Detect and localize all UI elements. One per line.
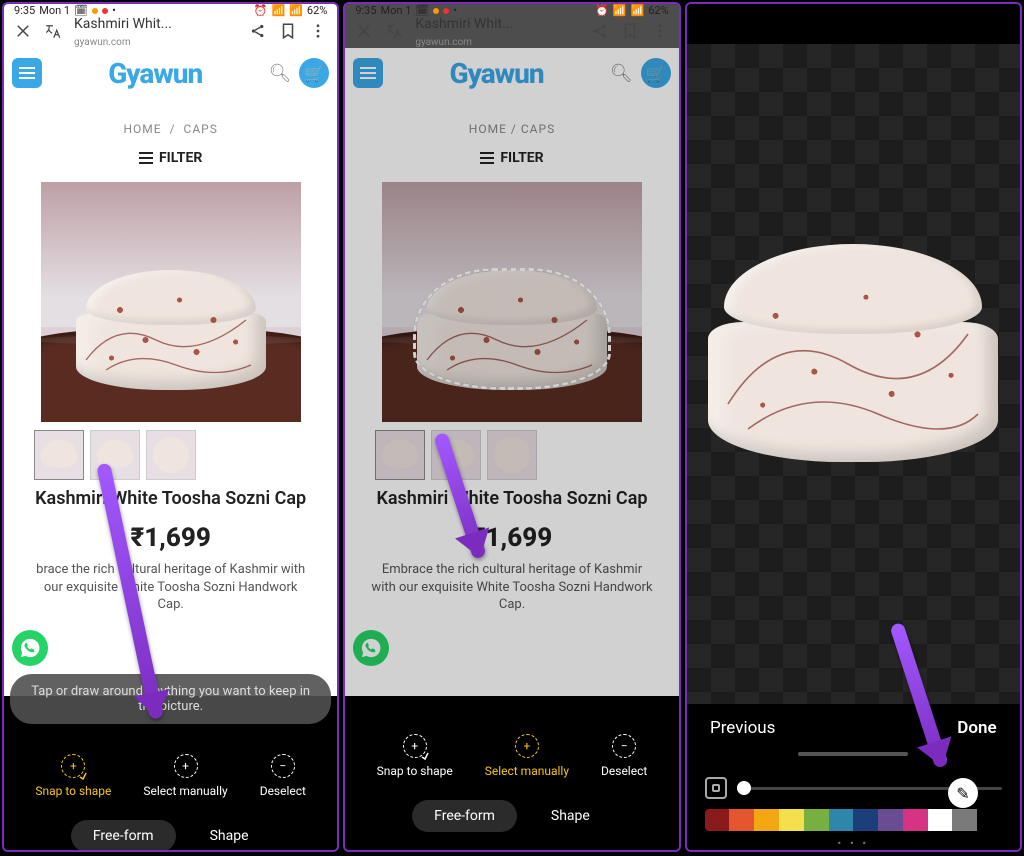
more-icon[interactable] [651,22,669,44]
browser-chrome: Kashmiri Whit... gyawun.com [4,17,337,48]
bookmark-icon[interactable] [621,22,639,44]
crumb-category[interactable]: CAPS [184,122,218,136]
status-time: 9:35 [14,4,35,17]
snap-to-shape-mode[interactable]: +Snap to shape [377,734,453,778]
close-icon[interactable] [355,22,373,44]
eyedropper-icon[interactable]: ✎ [948,778,978,808]
done-button[interactable]: Done [957,718,996,738]
page-dots: • • • [705,837,1002,850]
status-day: Mon 1 [39,4,70,17]
phone-screen-2: 9:35 Mon 1 🗓• ⏰📶📶62% Kashmiri Whit... gy… [343,2,680,852]
browser-chrome: Kashmiri Whit... gyawun.com [345,17,678,48]
product-title: Kashmiri White Toosha Sozni Cap [4,488,337,511]
shape-button[interactable]: Shape [529,800,612,832]
home-indicator [798,752,908,756]
page-domain: gyawun.com [74,37,131,48]
close-icon[interactable] [14,22,32,44]
sticker-toolbar: ✎ • • • [687,767,1020,850]
deselect-icon: − [612,734,636,758]
snap-to-shape-icon: + [403,734,427,758]
select-manually-mode[interactable]: + Select manually [143,754,227,798]
search-icon[interactable]: 🔍︎ [610,63,633,84]
translate-icon[interactable] [385,22,403,44]
selection-outline [413,268,611,390]
color-palette[interactable] [705,809,1002,831]
sticker-canvas[interactable] [687,4,1020,704]
bookmark-icon[interactable] [279,22,297,44]
editor-controls: +Snap to shape +Select manually −Deselec… [345,696,678,852]
webpage-dimmed: Gyawun 🔍︎🛒 HOME/CAPS FILTER Kashmiri Whi… [345,48,678,696]
share-icon[interactable] [591,22,609,44]
freeform-button[interactable]: Free-form [412,800,517,832]
search-icon[interactable]: 🔍︎ [268,63,291,84]
thumbnail[interactable] [146,430,196,480]
more-icon[interactable] [309,22,327,44]
share-icon[interactable] [249,22,267,44]
hamburger-menu-icon[interactable] [12,58,42,88]
cart-icon[interactable]: 🛒 [299,58,329,88]
select-manually-icon: + [515,734,539,758]
freeform-button[interactable]: Free-form [71,820,176,852]
filter-button[interactable]: FILTER [345,150,678,166]
whatsapp-icon[interactable] [353,630,389,666]
product-image[interactable] [41,182,301,422]
breadcrumb: HOME / CAPS [4,122,337,136]
crumb-home[interactable]: HOME [123,122,161,136]
brand-logo[interactable]: Gyawun [450,57,544,90]
product-price: ₹1,699 [4,523,337,553]
webpage: Gyawun 🔍︎ 🛒 HOME / CAPS FILTER Kas [4,48,337,696]
previous-button[interactable]: Previous [710,718,775,738]
thumbnail[interactable] [34,430,84,480]
brand-logo[interactable]: Gyawun [108,57,202,90]
snap-to-shape-mode[interactable]: + Snap to shape [35,754,111,798]
translate-icon[interactable] [44,22,62,44]
border-style-icon[interactable] [705,777,727,799]
shape-button[interactable]: Shape [188,820,271,852]
snap-to-shape-icon: + [61,754,85,778]
select-manually-icon: + [174,754,198,778]
product-thumbnails [34,430,337,480]
deselect-mode[interactable]: −Deselect [601,734,647,778]
status-battery: 62% [307,4,327,17]
cart-icon[interactable]: 🛒 [641,58,671,88]
deselect-mode[interactable]: − Deselect [260,754,306,798]
product-description: brace the rich cultural heritage of Kash… [4,561,337,614]
deselect-icon: − [271,754,295,778]
phone-screen-1: 9:35 Mon 1 🗓• ⏰📶📶 62% Kashmiri Whit... g… [2,2,339,852]
filter-button[interactable]: FILTER [4,150,337,166]
product-image[interactable] [382,182,642,422]
status-bar: 9:35 Mon 1 🗓• ⏰📶📶62% [345,4,678,17]
page-title: Kashmiri Whit... [74,17,194,32]
whatsapp-icon[interactable] [12,630,48,666]
hamburger-menu-icon[interactable] [353,58,383,88]
filter-icon [139,152,153,164]
phone-screen-3: ✎ • • • Previous Done [685,2,1022,852]
select-manually-mode[interactable]: +Select manually [485,734,569,778]
status-bar: 9:35 Mon 1 🗓• ⏰📶📶 62% [4,4,337,17]
cutout-subject[interactable] [708,244,998,462]
